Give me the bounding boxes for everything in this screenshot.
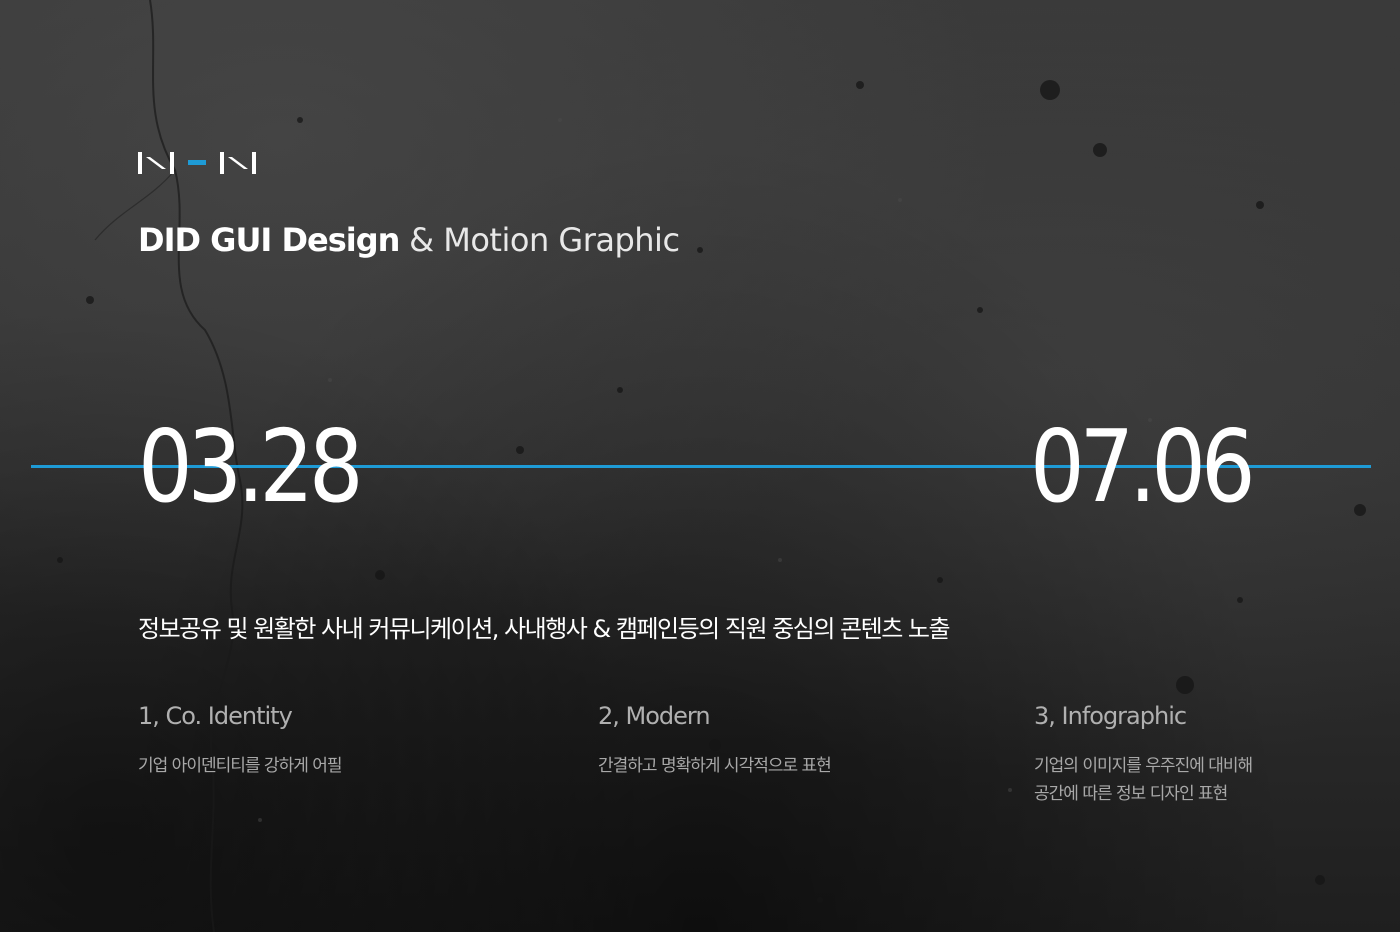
headline-strong: DID GUI Design	[138, 221, 400, 259]
feature-description: 간결하고 명확하게 시각적으로 표현	[598, 752, 928, 780]
feature-description-line: 공간에 따른 정보 디자인 표현	[1034, 784, 1228, 804]
feature-description: 기업의 이미지를 우주진에 대비해 공간에 따른 정보 디자인 표현	[1034, 752, 1364, 808]
summary-text: 정보공유 및 원활한 사내 커뮤니케이션, 사내행사 & 캠페인등의 직원 중심…	[138, 615, 951, 643]
feature-description: 기업 아이덴티티를 강하게 어필	[138, 752, 468, 780]
start-date: 03.28	[138, 408, 364, 525]
headline: DID GUI Design & Motion Graphic	[138, 220, 680, 260]
feature-description-line: 기업 아이덴티티를 강하게 어필	[138, 756, 343, 776]
end-date: 07.06	[1030, 408, 1256, 525]
feature-description-line: 간결하고 명확하게 시각적으로 표현	[598, 756, 832, 776]
headline-light: & Motion Graphic	[409, 221, 680, 259]
feature-description-line: 기업의 이미지를 우주진에 대비해	[1034, 756, 1253, 776]
feature-infographic: 3, Infographic 기업의 이미지를 우주진에 대비해 공간에 따른 …	[1034, 700, 1364, 808]
nhn-logo-icon	[138, 152, 256, 174]
feature-co-identity: 1, Co. Identity 기업 아이덴티티를 강하게 어필	[138, 700, 468, 780]
feature-title: 2, Modern	[598, 702, 711, 730]
feature-title: 3, Infographic	[1034, 702, 1187, 730]
feature-modern: 2, Modern 간결하고 명확하게 시각적으로 표현	[598, 700, 928, 780]
feature-title: 1, Co. Identity	[138, 702, 293, 730]
